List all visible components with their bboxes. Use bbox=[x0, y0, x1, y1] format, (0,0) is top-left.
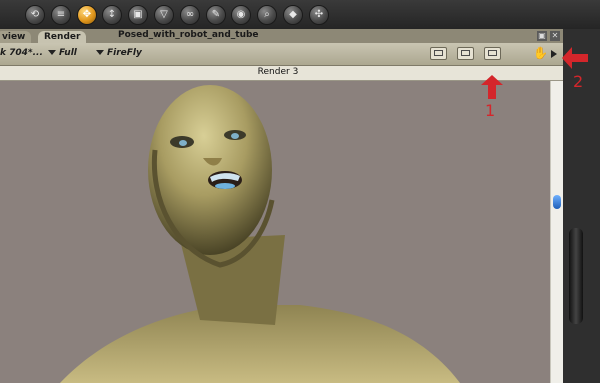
eraser-icon: ◆ bbox=[289, 9, 297, 20]
layers-icon: ≡ bbox=[56, 9, 66, 20]
render-icon-button[interactable] bbox=[430, 47, 447, 60]
renderer-dropdown[interactable]: FireFly bbox=[96, 48, 142, 58]
render-size-label: k 704*... bbox=[0, 48, 43, 58]
renderer-label: FireFly bbox=[107, 48, 142, 58]
translate-icon: ✥ bbox=[82, 9, 92, 20]
expand-arrow-icon[interactable] bbox=[551, 50, 557, 58]
render-window-titlebar: Render 3 bbox=[0, 66, 563, 81]
chevron-down-icon bbox=[96, 50, 104, 55]
tool-button-translate[interactable]: ✥ bbox=[77, 5, 97, 25]
tool-button-eraser[interactable]: ◆ bbox=[283, 5, 303, 25]
paint-icon: ✎ bbox=[211, 9, 221, 20]
rotate-icon: ⟲ bbox=[30, 9, 40, 20]
vertical-scrollbar[interactable] bbox=[550, 81, 563, 383]
scale-icon: ↕ bbox=[107, 9, 117, 20]
tool-button-paint[interactable]: ✎ bbox=[206, 5, 226, 25]
taper-icon: ▽ bbox=[160, 9, 168, 20]
render-quality-dropdown[interactable]: Full bbox=[48, 48, 77, 58]
frame-icon: ▣ bbox=[133, 9, 143, 20]
direct-manipulation-icon: ✣ bbox=[314, 9, 324, 20]
tool-button-chain[interactable]: ∞ bbox=[180, 5, 200, 25]
render-size-dropdown[interactable]: k 704*... bbox=[0, 48, 43, 58]
render-options-bar: k 704*... Full FireFly ✋ bbox=[0, 43, 563, 66]
app-window: view Render Posed_with_robot_and_tube ▣ … bbox=[0, 0, 600, 383]
chain-icon: ∞ bbox=[185, 9, 195, 20]
quality-label: Full bbox=[59, 48, 77, 58]
render-area-icon-button[interactable] bbox=[457, 47, 474, 60]
render-window-title: Render 3 bbox=[257, 67, 299, 77]
tool-button-camera[interactable]: ◉ bbox=[231, 5, 251, 25]
tool-button-frame[interactable]: ▣ bbox=[128, 5, 148, 25]
annotation-arrow-up bbox=[481, 75, 503, 99]
tool-button-scale[interactable]: ↕ bbox=[102, 5, 122, 25]
scene-title: Posed_with_robot_and_tube bbox=[118, 30, 259, 40]
zoom-icon: ⌕ bbox=[264, 9, 270, 20]
restore-button[interactable]: ▣ bbox=[537, 31, 547, 41]
tool-button-direct-manipulation[interactable]: ✣ bbox=[309, 5, 329, 25]
chevron-down-icon bbox=[48, 50, 56, 55]
tool-button-layers[interactable]: ≡ bbox=[51, 5, 71, 25]
hand-icon[interactable]: ✋ bbox=[533, 46, 548, 60]
render-settings-icon-button[interactable] bbox=[484, 47, 501, 60]
scrollbar-thumb[interactable] bbox=[553, 195, 561, 209]
camera-icon: ◉ bbox=[236, 9, 246, 20]
annotation-label-1: 1 bbox=[485, 101, 496, 120]
annotation-arrow-left bbox=[562, 47, 588, 69]
annotation-label-2: 2 bbox=[573, 72, 584, 91]
tool-button-rotate[interactable]: ⟲ bbox=[25, 5, 45, 25]
tab-row: view Render Posed_with_robot_and_tube ▣ … bbox=[0, 29, 563, 43]
side-dial[interactable] bbox=[569, 228, 583, 324]
close-button[interactable]: ✕ bbox=[550, 31, 560, 41]
rendered-figure bbox=[60, 85, 460, 383]
tool-button-zoom[interactable]: ⌕ bbox=[257, 5, 277, 25]
tool-button-taper[interactable]: ▽ bbox=[154, 5, 174, 25]
tab-render[interactable]: Render bbox=[38, 31, 87, 43]
render-canvas bbox=[0, 81, 550, 383]
tab-view[interactable]: view bbox=[0, 31, 32, 43]
